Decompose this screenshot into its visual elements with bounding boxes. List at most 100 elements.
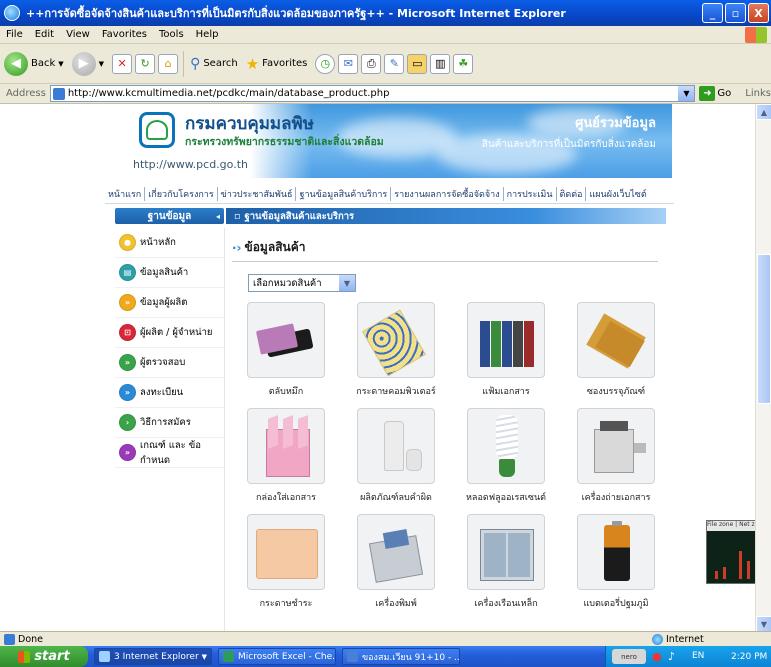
- nav-news[interactable]: ข่าวประชาสัมพันธ์: [218, 186, 297, 201]
- back-dropdown-icon[interactable]: ▼: [58, 60, 63, 68]
- product-label[interactable]: ตลับหมึก: [269, 384, 303, 398]
- product-card[interactable]: แฟ้มเอกสาร: [452, 302, 560, 408]
- product-label[interactable]: แบตเตอรี่ปฐมภูมิ: [584, 596, 649, 610]
- nav-evaluation[interactable]: การประเมิน: [504, 186, 557, 201]
- department-url[interactable]: http://www.pcd.go.th: [133, 158, 248, 171]
- taskbar-item-excel[interactable]: Microsoft Excel - Che...: [218, 648, 336, 665]
- document-folders-icon[interactable]: [467, 302, 545, 378]
- sidebar-item-inspector[interactable]: » ผู้ตรวจสอบ: [115, 348, 224, 378]
- research-icon[interactable]: ▥: [430, 53, 451, 74]
- volume-tray-icon[interactable]: ♪: [668, 650, 675, 663]
- vertical-scrollbar[interactable]: ▲ ▼: [755, 104, 771, 631]
- product-card[interactable]: ซองบรรจุภัณฑ์: [562, 302, 670, 408]
- product-label[interactable]: เครื่องถ่ายเอกสาร: [582, 490, 651, 504]
- messenger-icon[interactable]: ☘: [453, 53, 474, 74]
- sidebar-item-register[interactable]: » ลงทะเบียน: [115, 378, 224, 408]
- nav-home[interactable]: หน้าแรก: [105, 186, 146, 201]
- sidebar-divider: [224, 228, 225, 631]
- product-card[interactable]: แบตเตอรี่ปฐมภูมิ: [562, 514, 670, 620]
- scroll-up-icon[interactable]: ▲: [756, 104, 771, 120]
- menu-view[interactable]: View: [60, 29, 96, 40]
- product-card[interactable]: เครื่องเรือนเหล็ก: [452, 514, 560, 620]
- sidebar-item-distributor[interactable]: ⊡ ผู้ผลิต / ผู้จำหน่าย: [115, 318, 224, 348]
- printer-icon[interactable]: [357, 514, 435, 590]
- forward-dropdown-icon[interactable]: ▼: [99, 60, 104, 68]
- print-icon[interactable]: ⎙: [361, 53, 382, 74]
- menu-favorites[interactable]: Favorites: [96, 29, 153, 40]
- chevron-down-icon[interactable]: ▼: [339, 275, 355, 291]
- menu-edit[interactable]: Edit: [29, 29, 60, 40]
- product-card[interactable]: เครื่องพิมพ์: [342, 514, 450, 620]
- language-indicator[interactable]: EN: [692, 651, 704, 661]
- product-label[interactable]: กระดาษคอมพิวเตอร์: [356, 384, 435, 398]
- product-label[interactable]: กล่องใส่เอกสาร: [256, 490, 316, 504]
- envelopes-icon[interactable]: [577, 302, 655, 378]
- edit-icon[interactable]: ✎: [384, 53, 405, 74]
- product-label[interactable]: กระดาษชำระ: [260, 596, 313, 610]
- product-card[interactable]: กระดาษคอมพิวเตอร์: [342, 302, 450, 408]
- computer-paper-icon[interactable]: [357, 302, 435, 378]
- close-button[interactable]: X: [748, 3, 769, 23]
- refresh-icon[interactable]: ↻: [135, 53, 156, 74]
- correction-fluid-icon[interactable]: [357, 408, 435, 484]
- product-card[interactable]: ตลับหมึก: [232, 302, 340, 408]
- history-icon[interactable]: ◷: [315, 53, 336, 74]
- search-button[interactable]: ⚲ Search: [190, 56, 238, 72]
- home-icon[interactable]: ⌂: [158, 53, 179, 74]
- photocopier-icon[interactable]: [577, 408, 655, 484]
- category-select[interactable]: เลือกหมวดสินค้า ▼: [248, 274, 356, 292]
- antivirus-tray-icon[interactable]: ●: [652, 650, 662, 663]
- nero-search-widget[interactable]: nero: [612, 649, 646, 664]
- address-input[interactable]: http://www.kcmultimedia.net/pcdkc/main/d…: [49, 85, 696, 102]
- steel-cabinet-icon[interactable]: [467, 514, 545, 590]
- document-box-icon[interactable]: [247, 408, 325, 484]
- product-card[interactable]: ผลิตภัณฑ์ลบคำผิด: [342, 408, 450, 514]
- go-button[interactable]: ➜ Go: [699, 86, 731, 101]
- sidebar-item-label: วิธีการสมัคร: [140, 417, 191, 428]
- sidebar-item-manufacturer-info[interactable]: » ข้อมูลผู้ผลิต: [115, 288, 224, 318]
- nav-sitemap[interactable]: แผนผังเว็บไซต์: [586, 187, 649, 201]
- chevron-down-icon[interactable]: ▼: [678, 86, 695, 101]
- folder-icon[interactable]: ▭: [407, 53, 428, 74]
- sidebar-item-criteria[interactable]: » เกณฑ์ และ ข้อกำหนด: [115, 438, 224, 468]
- scrollbar-thumb[interactable]: [757, 254, 771, 404]
- minimize-button[interactable]: _: [702, 3, 723, 23]
- fluorescent-bulb-icon[interactable]: [467, 408, 545, 484]
- menu-file[interactable]: File: [0, 29, 29, 40]
- clock[interactable]: 2:20 PM: [731, 652, 767, 662]
- product-card[interactable]: กระดาษชำระ: [232, 514, 340, 620]
- product-label[interactable]: เครื่องเรือนเหล็ก: [474, 596, 537, 610]
- nav-procurement-report[interactable]: รายงานผลการจัดซื้อจัดจ้าง: [391, 186, 504, 201]
- battery-icon[interactable]: [577, 514, 655, 590]
- start-button[interactable]: start: [0, 646, 88, 667]
- product-label[interactable]: ซองบรรจุภัณฑ์: [587, 384, 645, 398]
- sidebar-item-product-info[interactable]: ▤ ข้อมูลสินค้า: [115, 258, 224, 288]
- product-label[interactable]: ผลิตภัณฑ์ลบคำผิด: [360, 490, 432, 504]
- taskbar-item-ie[interactable]: 3 Internet Explorer ▼: [94, 648, 212, 665]
- toner-cartridge-icon[interactable]: [247, 302, 325, 378]
- maximize-button[interactable]: ▫: [725, 3, 746, 23]
- product-label[interactable]: เครื่องพิมพ์: [375, 596, 417, 610]
- product-card[interactable]: หลอดฟลูออเรสเซนต์: [452, 408, 560, 514]
- menu-help[interactable]: Help: [190, 29, 225, 40]
- product-label[interactable]: หลอดฟลูออเรสเซนต์: [466, 490, 546, 504]
- product-card[interactable]: เครื่องถ่ายเอกสาร: [562, 408, 670, 514]
- sidebar-item-home[interactable]: ● หน้าหลัก: [115, 228, 224, 258]
- scroll-down-icon[interactable]: ▼: [756, 616, 771, 631]
- nav-about[interactable]: เกี่ยวกับโครงการ: [145, 186, 218, 201]
- stop-icon[interactable]: ✕: [112, 53, 133, 74]
- links-button[interactable]: Links: [745, 88, 771, 99]
- taskbar-item-word[interactable]: ของสม.เวียน 91+10 - ...: [342, 648, 460, 665]
- toilet-paper-icon[interactable]: [247, 514, 325, 590]
- nav-product-database[interactable]: ฐานข้อมูลสินค้าบริการ: [296, 186, 392, 201]
- nav-contact[interactable]: ติดต่อ: [557, 186, 587, 201]
- forward-button[interactable]: ▶ ▼: [71, 51, 104, 76]
- sidebar-item-how-to-apply[interactable]: › วิธีการสมัคร: [115, 408, 224, 438]
- back-button[interactable]: ◀ Back ▼: [4, 51, 64, 76]
- mail-icon[interactable]: ✉: [338, 53, 359, 74]
- product-card[interactable]: กล่องใส่เอกสาร: [232, 408, 340, 514]
- product-label[interactable]: แฟ้มเอกสาร: [482, 384, 529, 398]
- favorites-button[interactable]: ★ Favorites: [246, 55, 308, 73]
- menu-tools[interactable]: Tools: [153, 29, 190, 40]
- center-subtitle: สินค้าและบริการที่เป็นมิตรกับสิ่งแวดล้อม: [481, 139, 656, 150]
